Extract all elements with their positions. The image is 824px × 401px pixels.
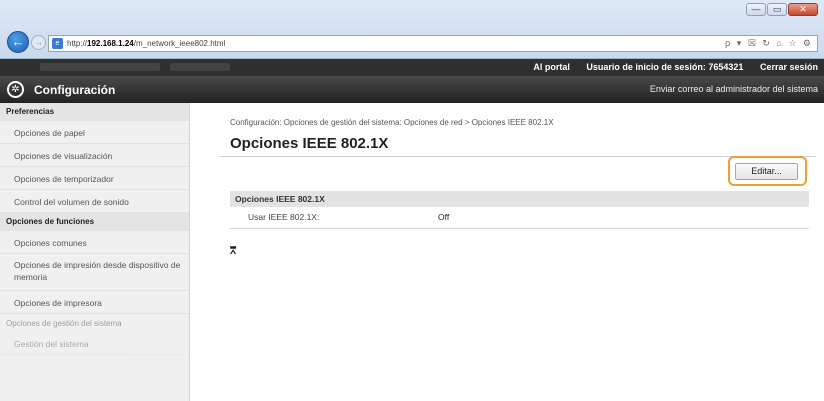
app-title: Configuración [34, 83, 116, 97]
logout-link[interactable]: Cerrar sesión [760, 62, 818, 72]
back-to-top-icon[interactable]: ⩞ [230, 246, 236, 257]
minimize-button[interactable]: — [746, 3, 766, 16]
edit-button[interactable]: Editar... [735, 163, 798, 180]
top-links: Al portal Usuario de inicio de sesión: 7… [519, 62, 818, 72]
title-divider [220, 156, 816, 157]
sidebar-section-preferences: Preferencias [0, 103, 189, 121]
page-favicon-icon: e [52, 38, 63, 49]
mail-admin-link[interactable]: Enviar correo al administrador del siste… [650, 84, 818, 94]
main-content: Configuración: Opciones de gestión del s… [190, 103, 824, 401]
sidebar-item-volume[interactable]: Control del volumen de sonido [0, 190, 189, 213]
settings-section-header: Opciones IEEE 802.1X [230, 191, 809, 207]
device-model-logo [170, 63, 230, 71]
edit-button-highlight: Editar... [728, 156, 807, 186]
setting-value: Off [438, 212, 450, 222]
top-bar: Al portal Usuario de inicio de sesión: 7… [0, 59, 824, 76]
address-bar-tools[interactable]: ρ ▾ ☒ ↻ ⌂ ☆ ⚙ [725, 38, 813, 49]
row-divider [230, 228, 809, 229]
sidebar-item-system[interactable]: Gestión del sistema [0, 332, 189, 355]
sidebar-item-common[interactable]: Opciones comunes [0, 231, 189, 254]
window-controls: — ▭ ✕ [746, 3, 818, 16]
settings-gear-icon: ✲ [7, 81, 24, 98]
close-button[interactable]: ✕ [788, 3, 818, 16]
page-title: Opciones IEEE 802.1X [230, 135, 389, 152]
portal-link[interactable]: Al portal [533, 62, 570, 72]
breadcrumb: Configuración: Opciones de gestión del s… [230, 118, 554, 127]
forward-icon[interactable]: → [31, 35, 46, 50]
setting-label: Usar IEEE 802.1X: [248, 212, 320, 222]
sidebar-item-memory-print[interactable]: Opciones de impresión desde dispositivo … [0, 254, 189, 291]
back-icon[interactable]: ← [7, 31, 29, 53]
sidebar-item-paper[interactable]: Opciones de papel [0, 121, 189, 144]
setting-row-ieee8021x: Usar IEEE 802.1X: Off [230, 209, 809, 227]
maximize-button[interactable]: ▭ [767, 3, 787, 16]
sidebar-item-display[interactable]: Opciones de visualización [0, 144, 189, 167]
sidebar: Preferencias Opciones de papel Opciones … [0, 103, 190, 401]
browser-chrome: — ▭ ✕ ← → e http://192.168.1.24/m_networ… [0, 0, 824, 59]
sidebar-item-timer[interactable]: Opciones de temporizador [0, 167, 189, 190]
login-user-label: Usuario de inicio de sesión: 7654321 [586, 62, 744, 72]
sidebar-section-functions: Opciones de funciones [0, 213, 189, 231]
sidebar-section-system-management[interactable]: Opciones de gestión del sistema [0, 314, 189, 332]
url-text: http://192.168.1.24/m_network_ieee802.ht… [67, 39, 226, 48]
app-header: ✲ Configuración Enviar correo al adminis… [0, 76, 824, 103]
sidebar-item-printer[interactable]: Opciones de impresora [0, 291, 189, 314]
device-brand-logo [40, 63, 160, 71]
address-bar[interactable]: e http://192.168.1.24/m_network_ieee802.… [48, 35, 818, 52]
